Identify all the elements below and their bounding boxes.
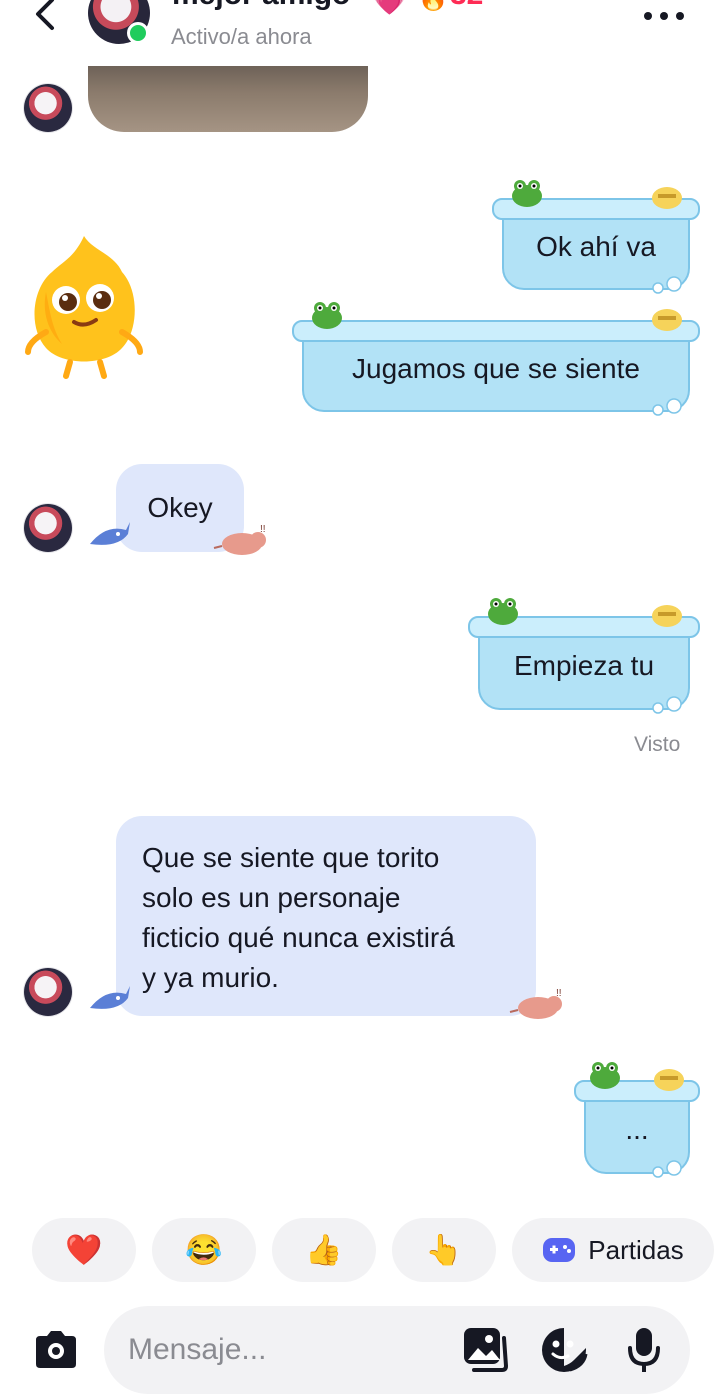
pointing-up-icon: 👆 xyxy=(425,1233,463,1267)
duck-decoration-icon xyxy=(652,309,682,331)
message-line: ficticio qué nunca existirá xyxy=(142,922,455,953)
pig-decoration-icon: !! xyxy=(509,988,562,1019)
message-text: Jugamos que se siente xyxy=(352,353,640,384)
quick-reply-laugh[interactable]: 😂 xyxy=(152,1218,256,1282)
sender-avatar[interactable] xyxy=(24,84,72,132)
back-arrow-icon[interactable] xyxy=(30,0,60,32)
svg-text:!!: !! xyxy=(260,524,266,535)
games-label: Partidas xyxy=(588,1234,684,1265)
gallery-icon[interactable] xyxy=(462,1326,508,1372)
sticker-emoji-icon[interactable] xyxy=(540,1326,588,1374)
seen-indicator: Visto xyxy=(634,733,681,756)
streak-fire-icon: 🔥 xyxy=(418,0,448,13)
message-text: Okey xyxy=(147,492,213,523)
bubble-frame-decoration xyxy=(292,320,700,342)
outgoing-message[interactable]: Ok ahí va xyxy=(492,180,700,294)
online-indicator xyxy=(127,22,149,44)
more-options-icon[interactable] xyxy=(640,4,688,24)
outgoing-message[interactable]: Empieza tu xyxy=(468,598,700,714)
quick-reply-thumbs-up[interactable]: 👍 xyxy=(272,1218,376,1282)
contact-name[interactable]: mejor amigo xyxy=(172,0,350,12)
quick-reply-point-up[interactable]: 👆 xyxy=(392,1218,496,1282)
flame-sticker-icon[interactable] xyxy=(22,232,146,380)
camera-icon[interactable] xyxy=(32,1330,80,1370)
pig-decoration-icon: !! xyxy=(213,524,266,555)
bubbles-decoration-icon xyxy=(652,276,682,294)
message-text: Empieza tu xyxy=(513,650,655,681)
chat-header: mejor amigo 💗 🔥 32 Activo/a ahora xyxy=(0,0,720,62)
thumbs-up-icon: 👍 xyxy=(305,1233,343,1267)
photo-message[interactable] xyxy=(88,66,368,132)
bubbles-decoration-icon xyxy=(652,696,682,714)
frog-decoration-icon xyxy=(512,180,542,207)
message-line: Que se siente que torito xyxy=(142,842,440,873)
sender-avatar[interactable] xyxy=(24,968,72,1016)
outgoing-message[interactable]: ... xyxy=(574,1062,700,1178)
duck-decoration-icon xyxy=(652,187,682,209)
incoming-message[interactable]: Que se siente que torito solo es un pers… xyxy=(116,816,536,1016)
contact-status: Activo/a ahora xyxy=(171,24,312,49)
games-button[interactable]: Partidas xyxy=(512,1218,714,1282)
bubbles-decoration-icon xyxy=(652,1160,682,1178)
shark-decoration-icon xyxy=(90,986,130,1009)
laughing-face-icon: 😂 xyxy=(185,1233,223,1267)
frog-decoration-icon xyxy=(488,598,518,625)
message-line: y ya murio. xyxy=(142,962,279,993)
duck-decoration-icon xyxy=(654,1069,684,1091)
outgoing-message[interactable]: Jugamos que se siente xyxy=(292,302,700,416)
gamepad-icon xyxy=(543,1238,576,1262)
microphone-icon[interactable] xyxy=(626,1326,662,1374)
quick-reply-heart[interactable]: ❤️ xyxy=(32,1218,136,1282)
heart-icon: ❤️ xyxy=(65,1233,103,1267)
streak-count: 32 xyxy=(450,0,483,12)
sender-avatar[interactable] xyxy=(24,504,72,552)
frog-decoration-icon xyxy=(590,1062,620,1089)
svg-text:!!: !! xyxy=(556,988,562,999)
frog-decoration-icon xyxy=(312,302,342,329)
message-input[interactable] xyxy=(104,1306,690,1394)
duck-decoration-icon xyxy=(652,605,682,627)
message-text: ... xyxy=(625,1114,649,1145)
message-text: Ok ahí va xyxy=(536,231,656,262)
bubbles-decoration-icon xyxy=(652,398,682,416)
heart-emoji: 💗 xyxy=(372,0,407,16)
message-line: solo es un personaje xyxy=(142,882,401,913)
shark-decoration-icon xyxy=(90,522,130,545)
